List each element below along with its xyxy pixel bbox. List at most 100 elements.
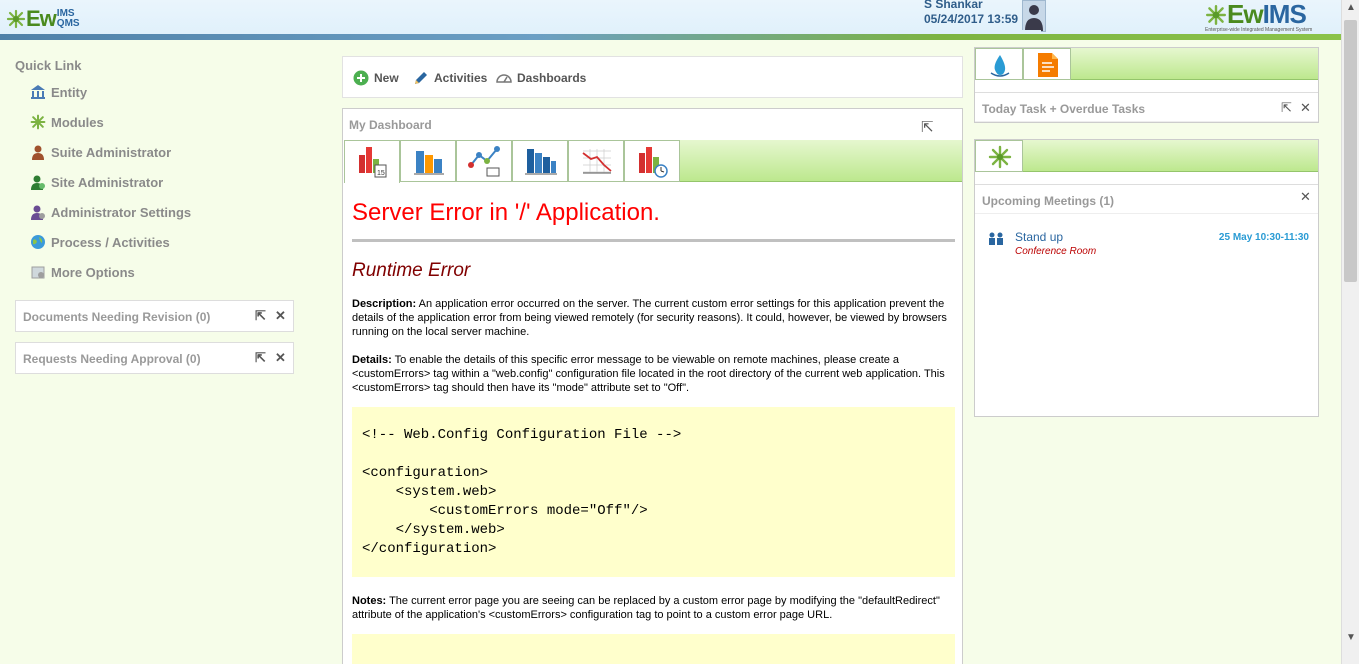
document-icon (1038, 53, 1058, 77)
dashboard-title: My Dashboard (349, 118, 432, 132)
tasks-title: Today Task + Overdue Tasks (982, 102, 1146, 116)
notes-paragraph: Notes: The current error page you are se… (352, 594, 955, 622)
modules-icon (30, 114, 46, 130)
quick-link-label: Administrator Settings (51, 204, 192, 220)
close-icon[interactable]: ✕ (1300, 189, 1311, 205)
close-icon[interactable]: ✕ (275, 308, 286, 324)
meetings-panel: Upcoming Meetings (1) ✕ Stand up Confere… (974, 139, 1319, 417)
logo-qms-text: QMS (56, 18, 80, 29)
export-icon[interactable]: ⇱ (1281, 100, 1292, 116)
user-date: 05/24/2017 13:59 (924, 12, 1019, 26)
new-button[interactable]: New (353, 70, 399, 86)
scroll-up-icon[interactable]: ▲ (1345, 2, 1357, 16)
requests-needing-approval-widget: Requests Needing Approval (0) ⇱ ✕ (15, 342, 294, 374)
scroll-thumb[interactable] (1344, 20, 1357, 282)
tab-network-chart[interactable] (456, 140, 512, 182)
bar-chart-icon (414, 151, 444, 175)
tasks-tabs (975, 48, 1318, 80)
tab-timer-bar-chart[interactable] (624, 140, 680, 182)
page-scrollbar[interactable]: ▲ ▼ (1341, 0, 1359, 664)
building-icon (30, 84, 46, 100)
tasks-header: Today Task + Overdue Tasks ⇱ ✕ (975, 92, 1318, 122)
my-dashboard-panel: My Dashboard ⇱ 15 Server Error in '/' Ap… (342, 108, 963, 664)
description-text: An application error occurred on the ser… (352, 298, 947, 338)
user-name: S Shankar (924, 0, 983, 11)
pencil-icon (413, 70, 429, 86)
scroll-down-icon[interactable]: ▼ (1345, 632, 1357, 646)
gauge-icon (496, 70, 512, 86)
flower-logo-icon (988, 145, 1012, 169)
tab-modules[interactable] (975, 140, 1023, 172)
export-icon[interactable]: ⇱ (255, 350, 266, 366)
calendar-bar-chart-icon: 15 (359, 147, 387, 178)
activities-button[interactable]: Activities (413, 70, 487, 86)
meeting-room: Conference Room (1015, 246, 1097, 257)
bar-chart-blue-icon (525, 149, 557, 175)
quick-link-site-administrator[interactable]: Site Administrator (30, 174, 163, 190)
user-info: S Shankar 05/24/2017 13:59 (924, 0, 1018, 27)
export-icon[interactable]: ⇱ (255, 308, 266, 324)
line-chart-icon (582, 149, 612, 174)
quick-link-entity[interactable]: Entity (30, 84, 87, 100)
meetings-title: Upcoming Meetings (1) (982, 194, 1115, 208)
config-code-block: <!-- Web.Config Configuration File --> <… (352, 407, 955, 577)
app-header: Ew IMS QMS S Shankar 05/24/2017 13:59 Ew… (0, 0, 1341, 38)
tab-calendar-bar-chart[interactable]: 15 (344, 140, 400, 183)
dashboards-label: Dashboards (517, 71, 587, 85)
new-label: New (374, 71, 399, 85)
tab-water-drop[interactable] (975, 48, 1023, 80)
notes-label: Notes: (352, 595, 387, 607)
user-site-icon (30, 174, 46, 190)
timer-bar-chart-icon (639, 147, 668, 178)
quick-link-label: Entity (51, 84, 88, 100)
people-icon (989, 232, 1003, 245)
logo-right-ew: Ew (1227, 0, 1264, 29)
quick-link-label: Suite Administrator (51, 144, 172, 160)
tab-line-chart[interactable] (568, 140, 624, 182)
details-label: Details: (352, 354, 392, 366)
widget-title: Requests Needing Approval (0) (23, 352, 201, 366)
description-paragraph: Description: An application error occurr… (352, 297, 955, 339)
widget-title: Documents Needing Revision (0) (23, 310, 211, 324)
activities-label: Activities (434, 71, 488, 85)
user-silhouette-icon (1025, 5, 1043, 31)
dashboards-button[interactable]: Dashboards (496, 70, 586, 86)
notes-text: The current error page you are seeing ca… (352, 595, 940, 621)
meetings-header: Upcoming Meetings (1) ✕ (975, 184, 1318, 214)
dashboard-tabs: 15 (344, 140, 962, 183)
quick-link-title: Quick Link (15, 58, 82, 73)
tab-bar-chart[interactable] (400, 140, 456, 182)
error-page-content: Server Error in '/' Application. Runtime… (345, 183, 960, 664)
quick-link-label: More Options (51, 264, 135, 280)
globe-icon (30, 234, 46, 250)
quick-link-suite-administrator[interactable]: Suite Administrator (30, 144, 171, 160)
export-icon[interactable]: ⇱ (921, 118, 934, 136)
quick-link-process-activities[interactable]: Process / Activities (30, 234, 170, 250)
details-text: To enable the details of this specific e… (352, 354, 945, 394)
error-heading: Server Error in '/' Application. (352, 199, 660, 226)
ewqms-logo[interactable]: Ew IMS QMS (6, 6, 80, 32)
tasks-panel: Today Task + Overdue Tasks ⇱ ✕ (974, 47, 1319, 123)
quick-link-label: Site Administrator (51, 174, 164, 190)
documents-needing-revision-widget: Documents Needing Revision (0) ⇱ ✕ (15, 300, 294, 332)
more-options-icon (30, 264, 46, 280)
flower-logo-icon (1205, 4, 1227, 26)
tab-document[interactable] (1023, 48, 1071, 80)
user-admin-icon (30, 144, 46, 160)
ewims-logo[interactable]: EwIMS Enterprise-wide Integrated Managem… (1205, 1, 1325, 33)
water-drop-icon (990, 55, 1010, 77)
quick-link-label: Modules (51, 114, 104, 130)
meetings-tabs (975, 140, 1318, 172)
meeting-time: 25 May 10:30-11:30 (1218, 232, 1309, 243)
error-divider (352, 239, 955, 242)
details-paragraph: Details: To enable the details of this s… (352, 353, 955, 395)
close-icon[interactable]: ✕ (1300, 100, 1311, 116)
quick-link-administrator-settings[interactable]: Administrator Settings (30, 204, 191, 220)
tab-bar-chart-blue[interactable] (512, 140, 568, 182)
quick-link-more-options[interactable]: More Options (30, 264, 135, 280)
user-avatar[interactable] (1022, 0, 1046, 32)
close-icon[interactable]: ✕ (275, 350, 286, 366)
network-chart-icon (468, 146, 500, 177)
quick-link-modules[interactable]: Modules (30, 114, 104, 130)
logo-tagline: Enterprise-wide Integrated Management Sy… (1205, 27, 1313, 33)
